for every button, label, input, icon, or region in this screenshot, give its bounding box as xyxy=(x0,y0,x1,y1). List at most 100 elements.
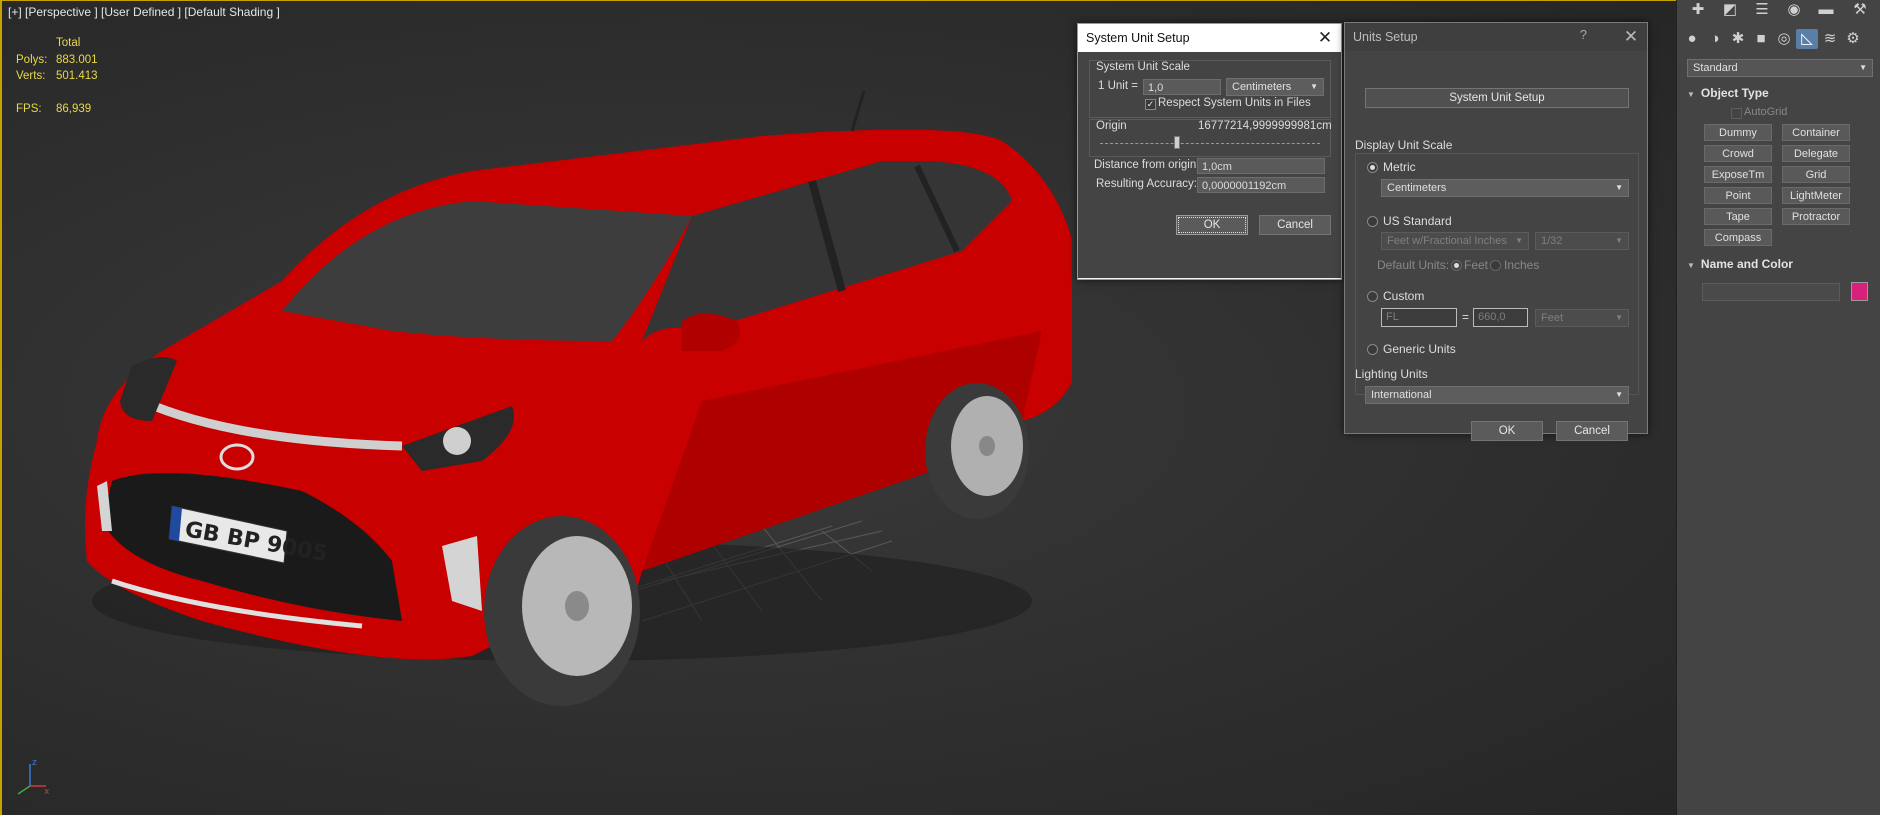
systems-icon[interactable]: ⚙ xyxy=(1842,29,1864,49)
accuracy-field: 0,0000001192cm xyxy=(1197,177,1325,193)
helpers-icon[interactable]: ◎ xyxy=(1773,29,1795,49)
cameras-icon[interactable]: ■ xyxy=(1750,29,1772,49)
inches-radio[interactable] xyxy=(1490,260,1501,271)
metric-select[interactable]: Centimeters ▼ xyxy=(1381,179,1629,197)
lights-icon[interactable]: ✱ xyxy=(1727,29,1749,49)
category-select[interactable]: Standard ▼ xyxy=(1687,59,1873,77)
name-color-rollout-header[interactable]: ▼ Name and Color xyxy=(1687,257,1793,271)
object-type-button-container[interactable]: Container xyxy=(1782,124,1850,141)
generic-units-radio[interactable] xyxy=(1367,344,1378,355)
svg-text:z: z xyxy=(32,758,37,768)
polys-label: Polys: xyxy=(16,53,48,66)
custom-value-field[interactable]: 660,0 xyxy=(1473,308,1528,327)
lighting-units-value: International xyxy=(1371,389,1432,401)
group-label: System Unit Scale xyxy=(1096,61,1190,73)
inches-label: Inches xyxy=(1504,258,1540,272)
system-unit-setup-button[interactable]: System Unit Setup xyxy=(1365,88,1629,108)
system-unit-setup-titlebar[interactable]: System Unit Setup ✕ xyxy=(1078,24,1341,52)
custom-name-field[interactable]: FL xyxy=(1381,308,1457,327)
close-icon[interactable]: ✕ xyxy=(1621,27,1641,47)
units-setup-body: System Unit Setup Display Unit Scale Met… xyxy=(1345,51,1647,441)
close-icon[interactable]: ✕ xyxy=(1315,28,1335,48)
autogrid-label: AutoGrid xyxy=(1744,106,1788,118)
accuracy-label: Resulting Accuracy: xyxy=(1096,178,1197,190)
create-tab-icon[interactable]: ✚ xyxy=(1687,0,1709,20)
lighting-units-label: Lighting Units xyxy=(1355,367,1428,381)
object-type-button-point[interactable]: Point xyxy=(1704,187,1772,204)
display-tab-icon[interactable]: ▬ xyxy=(1815,0,1837,20)
stats-header: Total xyxy=(56,37,81,49)
cancel-button[interactable]: Cancel xyxy=(1556,421,1628,441)
svg-text:x: x xyxy=(44,787,50,797)
us-standard-radio[interactable] xyxy=(1367,216,1378,227)
side-mirror xyxy=(682,313,740,351)
metric-radio[interactable] xyxy=(1367,162,1378,173)
us-standard-select[interactable]: Feet w/Fractional Inches ▼ xyxy=(1381,232,1529,250)
unit-label: 1 Unit = xyxy=(1098,80,1138,92)
modify-tab-icon[interactable]: ◩ xyxy=(1719,0,1741,20)
unit-type-select[interactable]: Centimeters ▼ xyxy=(1226,78,1324,96)
metric-value: Centimeters xyxy=(1387,182,1447,194)
respect-units-label: Respect System Units in Files xyxy=(1158,97,1311,109)
system-unit-setup-dialog: System Unit Setup ✕ System Unit Scale 1 … xyxy=(1077,23,1342,280)
collapse-triangle-icon: ▼ xyxy=(1687,261,1695,270)
units-setup-titlebar[interactable]: Units Setup ? ✕ xyxy=(1345,23,1647,51)
units-setup-title: Units Setup xyxy=(1353,30,1418,44)
motion-tab-icon[interactable]: ◉ xyxy=(1783,0,1805,20)
chevron-down-icon: ▼ xyxy=(1515,236,1523,245)
feet-radio[interactable] xyxy=(1451,260,1462,271)
chevron-down-icon: ▼ xyxy=(1615,390,1623,399)
custom-radio[interactable] xyxy=(1367,291,1378,302)
chevron-down-icon: ▼ xyxy=(1615,313,1623,322)
geometry-icon[interactable]: ● xyxy=(1681,29,1703,49)
object-type-button-delegate[interactable]: Delegate xyxy=(1782,145,1850,162)
object-type-rollout-header[interactable]: ▼ Object Type xyxy=(1687,86,1769,100)
custom-unit-select[interactable]: Feet ▼ xyxy=(1535,309,1629,327)
rear-wheel xyxy=(925,383,1029,519)
us-fraction-select[interactable]: 1/32 ▼ xyxy=(1535,232,1629,250)
origin-slider[interactable] xyxy=(1100,135,1320,144)
origin-slider-handle[interactable] xyxy=(1174,136,1180,149)
utilities-tab-icon[interactable]: ⚒ xyxy=(1849,0,1871,20)
ok-button[interactable]: OK xyxy=(1471,421,1543,441)
custom-equals: = xyxy=(1462,310,1470,324)
category-value: Standard xyxy=(1693,62,1738,74)
polys-value: 883.001 xyxy=(56,53,98,66)
autogrid-checkbox[interactable] xyxy=(1731,108,1742,119)
unit-value-field[interactable]: 1,0 xyxy=(1143,79,1221,95)
distance-field[interactable]: 1,0cm xyxy=(1197,158,1325,174)
object-color-swatch[interactable] xyxy=(1851,282,1868,301)
space-warps-icon[interactable]: ≋ xyxy=(1819,29,1841,49)
cancel-button[interactable]: Cancel xyxy=(1259,215,1331,235)
respect-units-checkbox[interactable]: ✓ xyxy=(1145,99,1156,110)
help-icon[interactable]: ? xyxy=(1580,27,1587,42)
car-model[interactable]: GB BP 9005 xyxy=(62,81,1072,721)
verts-label: Verts: xyxy=(16,70,46,82)
object-type-button-protractor[interactable]: Protractor xyxy=(1782,208,1850,225)
chevron-down-icon: ▼ xyxy=(1615,236,1623,245)
display-unit-scale-label: Display Unit Scale xyxy=(1355,138,1453,152)
viewport-label[interactable]: [+] [Perspective ] [User Defined ] [Defa… xyxy=(8,5,280,19)
chevron-down-icon: ▼ xyxy=(1859,63,1867,72)
object-type-button-dummy[interactable]: Dummy xyxy=(1704,124,1772,141)
axis-gizmo: z x xyxy=(17,758,50,797)
object-type-button-lightmeter[interactable]: LightMeter xyxy=(1782,187,1850,204)
object-type-button-tape[interactable]: Tape xyxy=(1704,208,1772,225)
front-wheel xyxy=(484,516,640,706)
object-type-label: Object Type xyxy=(1700,86,1769,100)
ok-button[interactable]: OK xyxy=(1176,215,1248,235)
system-unit-setup-body: System Unit Scale 1 Unit = 1,0 Centimete… xyxy=(1078,52,1341,278)
object-type-button-compass[interactable]: Compass xyxy=(1704,229,1772,246)
collapse-triangle-icon: ▼ xyxy=(1687,90,1695,99)
distance-label: Distance from origin: xyxy=(1094,159,1200,171)
lighting-units-select[interactable]: International ▼ xyxy=(1365,386,1629,404)
object-type-button-exposetm[interactable]: ExposeTm xyxy=(1704,166,1772,183)
shapes-icon[interactable]: ◑ xyxy=(1704,29,1726,49)
unit-type-value: Centimeters xyxy=(1232,81,1292,93)
object-type-button-grid[interactable]: Grid xyxy=(1782,166,1850,183)
helpers-tape-icon[interactable]: ◺ xyxy=(1796,29,1818,49)
metric-label: Metric xyxy=(1383,160,1416,174)
object-type-button-crowd[interactable]: Crowd xyxy=(1704,145,1772,162)
object-name-field[interactable] xyxy=(1702,283,1840,301)
hierarchy-tab-icon[interactable]: ☰ xyxy=(1751,0,1773,20)
